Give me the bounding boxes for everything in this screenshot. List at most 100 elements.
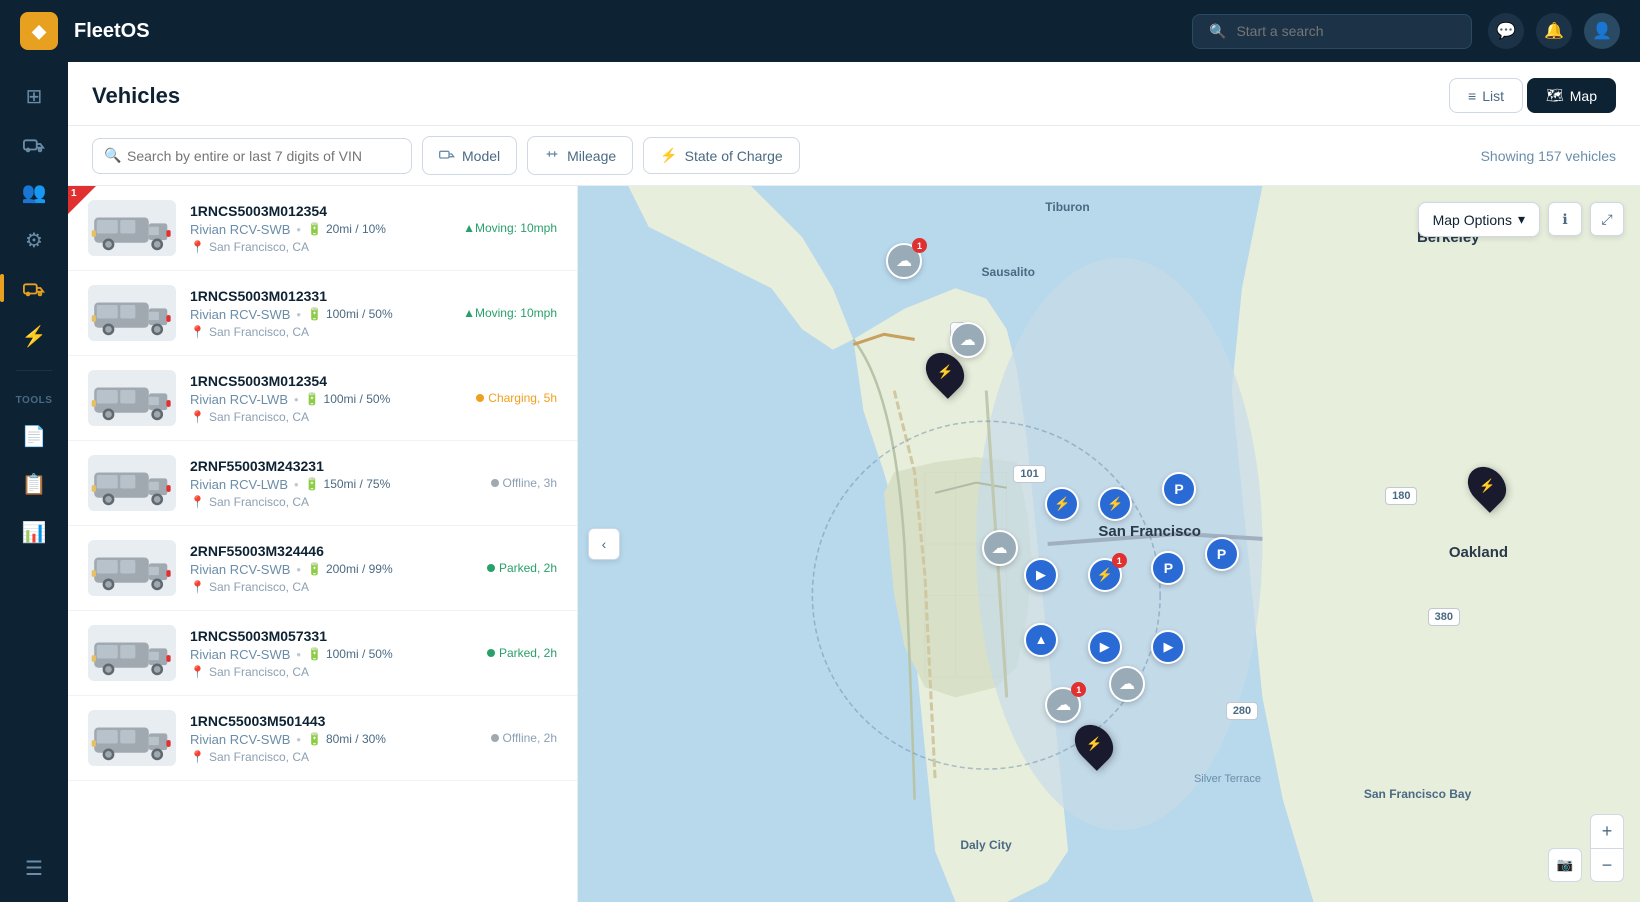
vehicle-status-badge: Offline, 2h: [491, 731, 557, 745]
sidebar-item-docs[interactable]: 📄: [12, 414, 56, 458]
map-marker-p-1[interactable]: P: [1162, 472, 1196, 506]
vehicle-status-badge: ▲Moving: 10mph: [463, 221, 557, 235]
list-view-label: List: [1482, 88, 1504, 104]
map-view-button[interactable]: 🗺 Map: [1527, 78, 1616, 113]
map-options-button[interactable]: Map Options ▾: [1418, 202, 1540, 237]
vehicle-list: 1 1RNCS5003M012354 Rivian RCV-SWB •: [68, 186, 578, 902]
vehicle-thumbnail: [88, 455, 176, 511]
map-view-label: Map: [1570, 88, 1597, 104]
map-fullscreen-button[interactable]: ⤢: [1590, 202, 1624, 236]
fullscreen-icon: ⤢: [1601, 211, 1612, 228]
view-toggle: ≡ List 🗺 Map: [1449, 78, 1616, 113]
location-text: San Francisco, CA: [209, 410, 309, 424]
app-name: FleetOS: [74, 20, 1176, 43]
map-marker-gray-4[interactable]: ☁ 1: [1045, 687, 1081, 723]
map-marker-gray-1[interactable]: ☁ 1: [886, 243, 922, 279]
map-marker-p-2[interactable]: P: [1151, 551, 1185, 585]
sidebar-item-reports[interactable]: 📊: [12, 510, 56, 554]
vehicle-location: 📍 San Francisco, CA: [190, 495, 477, 509]
map-marker-pin-2[interactable]: ⚡: [1077, 723, 1111, 765]
location-pin-icon: 📍: [190, 495, 205, 509]
notifications-icon-button[interactable]: 🔔: [1536, 13, 1572, 49]
sidebar-item-tools-settings[interactable]: ⚙: [12, 218, 56, 262]
sidebar-item-energy[interactable]: ⚡: [12, 314, 56, 358]
page-title: Vehicles: [92, 83, 180, 109]
zoom-out-button[interactable]: −: [1590, 848, 1624, 882]
vin-search-input[interactable]: [92, 138, 412, 174]
vehicle-model-row: Rivian RCV-SWB • 🔋 80mi / 30%: [190, 732, 477, 747]
zoom-in-button[interactable]: +: [1590, 814, 1624, 848]
map-collapse-button[interactable]: ‹: [588, 528, 620, 560]
battery-icon: 🔋: [307, 647, 322, 661]
global-search-bar[interactable]: 🔍: [1192, 14, 1472, 49]
map-marker-cluster-4[interactable]: ⚡ 1: [1088, 558, 1122, 592]
location-pin-icon: 📍: [190, 325, 205, 339]
road-label-380: 380: [1428, 608, 1460, 626]
sidebar-item-fleet[interactable]: [12, 122, 56, 166]
map-marker-cluster-7[interactable]: ▶: [1151, 630, 1185, 664]
vehicle-card[interactable]: 1RNCS5003M012331 Rivian RCV-SWB • 🔋 100m…: [68, 271, 577, 356]
vehicle-vin: 2RNF55003M243231: [190, 458, 477, 474]
battery-icon: 🔋: [305, 392, 320, 406]
map-info-button[interactable]: ℹ: [1548, 202, 1582, 236]
road-label-280: 280: [1226, 702, 1258, 720]
vehicle-thumbnail: [88, 370, 176, 426]
content-area: 1 1RNCS5003M012354 Rivian RCV-SWB •: [68, 186, 1640, 902]
vehicle-model-row: Rivian RCV-SWB • 🔋 100mi / 50%: [190, 647, 473, 662]
map-camera-button[interactable]: 📷: [1548, 848, 1582, 882]
vehicle-card[interactable]: 1 1RNCS5003M012354 Rivian RCV-SWB •: [68, 186, 577, 271]
vehicle-card[interactable]: 2RNF55003M243231 Rivian RCV-LWB • 🔋 150m…: [68, 441, 577, 526]
vehicle-model-row: Rivian RCV-SWB • 🔋 200mi / 99%: [190, 562, 473, 577]
location-text: San Francisco, CA: [209, 750, 309, 764]
sidebar-item-users[interactable]: 👥: [12, 170, 56, 214]
vehicle-card[interactable]: 1RNCS5003M057331 Rivian RCV-SWB • 🔋 100m…: [68, 611, 577, 696]
map-marker-cluster-1[interactable]: ⚡: [1045, 487, 1079, 521]
vehicle-model: Rivian RCV-SWB: [190, 562, 290, 577]
user-avatar[interactable]: 👤: [1584, 13, 1620, 49]
map-marker-gray-2[interactable]: ☁: [950, 322, 986, 358]
logo-icon[interactable]: ◆: [20, 12, 58, 50]
vehicle-model: Rivian RCV-SWB: [190, 307, 290, 322]
map-marker-gray-3[interactable]: ☁: [982, 530, 1018, 566]
location-text: San Francisco, CA: [209, 495, 309, 509]
sidebar-item-vehicles[interactable]: [12, 266, 56, 310]
battery-icon: 🔋: [307, 222, 322, 236]
sidebar-item-dashboard[interactable]: ⊞: [12, 74, 56, 118]
list-view-button[interactable]: ≡ List: [1449, 78, 1523, 113]
info-icon: ℹ: [1562, 211, 1567, 228]
vehicles-count: Showing 157 vehicles: [1481, 148, 1616, 164]
location-text: San Francisco, CA: [209, 665, 309, 679]
location-text: San Francisco, CA: [209, 325, 309, 339]
map-marker-cluster-2[interactable]: ⚡: [1098, 487, 1132, 521]
vehicle-info: 1RNCS5003M012331 Rivian RCV-SWB • 🔋 100m…: [190, 288, 449, 339]
vehicle-card[interactable]: 2RNF55003M324446 Rivian RCV-SWB • 🔋 200m…: [68, 526, 577, 611]
battery-indicator: 🔋 100mi / 50%: [305, 392, 391, 406]
vehicle-location: 📍 San Francisco, CA: [190, 410, 462, 424]
vehicle-info: 2RNF55003M324446 Rivian RCV-SWB • 🔋 200m…: [190, 543, 473, 594]
map-marker-cluster-6[interactable]: ▶: [1088, 630, 1122, 664]
vehicle-status-badge: Parked, 2h: [487, 646, 557, 660]
sidebar-item-menu[interactable]: ☰: [12, 846, 56, 890]
mileage-filter-label: Mileage: [567, 148, 616, 164]
map-area: Berkeley Tiburon Sausalito Oakland San F…: [578, 186, 1640, 902]
soc-filter-button[interactable]: ⚡ State of Charge: [643, 137, 800, 174]
map-marker-pin-3[interactable]: ⚡: [1470, 465, 1504, 507]
chat-icon-button[interactable]: 💬: [1488, 13, 1524, 49]
map-marker-gray-5[interactable]: ☁: [1109, 666, 1145, 702]
chevron-down-icon: ▾: [1518, 211, 1525, 228]
vehicle-status-badge: Parked, 2h: [487, 561, 557, 575]
vehicle-thumbnail: [88, 540, 176, 596]
mileage-filter-button[interactable]: Mileage: [527, 136, 633, 175]
map-marker-cluster-3[interactable]: ▶: [1024, 558, 1058, 592]
global-search-input[interactable]: [1236, 23, 1455, 39]
map-marker-p-3[interactable]: P: [1205, 537, 1239, 571]
model-filter-button[interactable]: Model: [422, 136, 517, 175]
vehicle-status-badge: Charging, 5h: [476, 391, 557, 405]
vehicle-location: 📍 San Francisco, CA: [190, 580, 473, 594]
top-navigation: ◆ FleetOS 🔍 💬 🔔 👤: [0, 0, 1640, 62]
sidebar-item-copy[interactable]: 📋: [12, 462, 56, 506]
vehicle-card[interactable]: 1RNCS5003M012354 Rivian RCV-LWB • 🔋 100m…: [68, 356, 577, 441]
map-marker-cluster-5[interactable]: ▲: [1024, 623, 1058, 657]
vehicle-location: 📍 San Francisco, CA: [190, 240, 449, 254]
vehicle-card[interactable]: 1RNC55003M501443 Rivian RCV-SWB • 🔋 80mi…: [68, 696, 577, 781]
